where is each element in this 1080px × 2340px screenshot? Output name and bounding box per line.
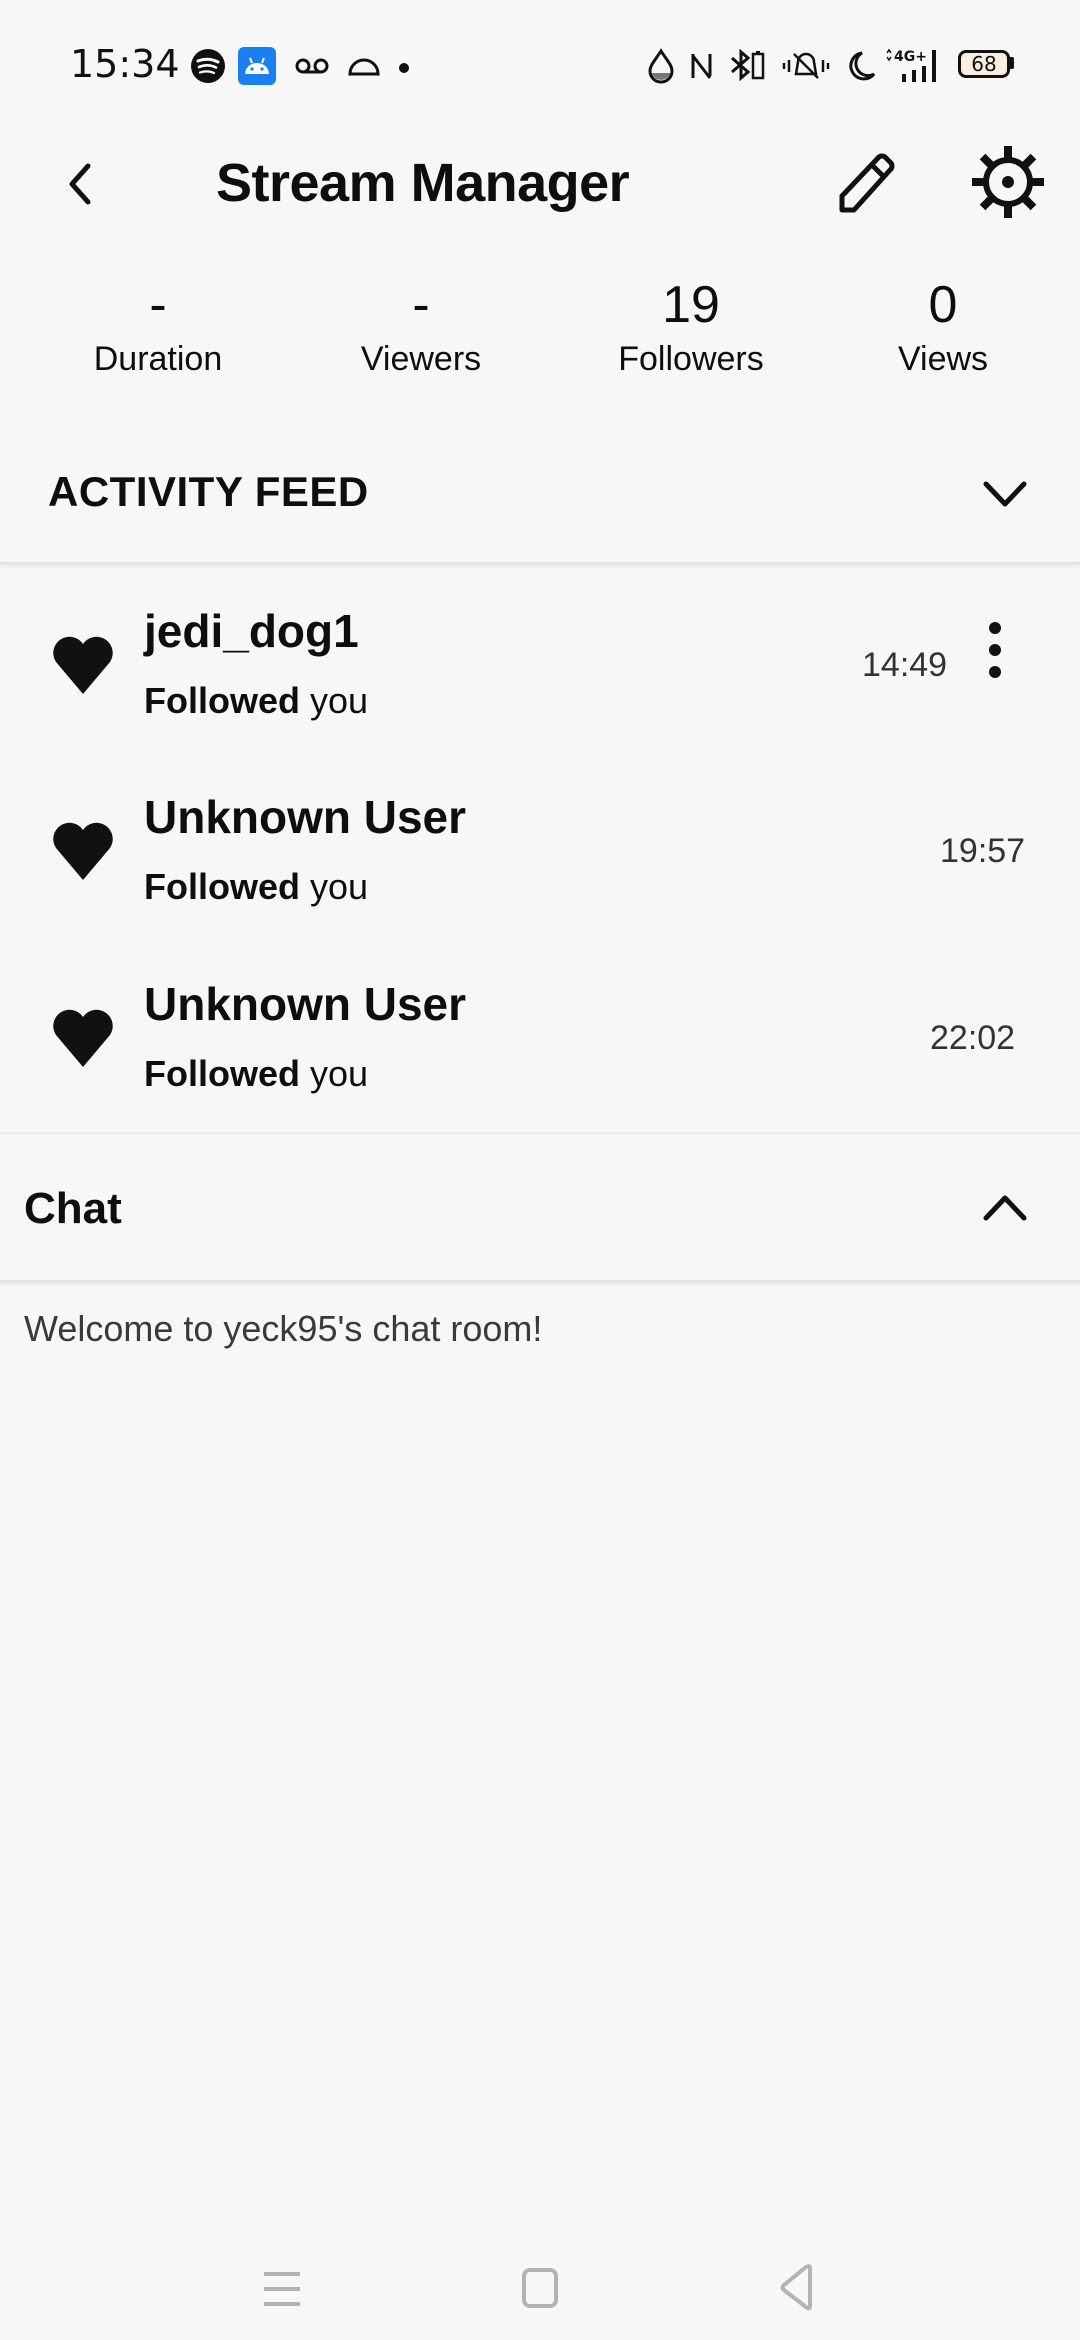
home-icon[interactable] bbox=[510, 2254, 570, 2324]
feed-item[interactable]: jedi_dog1 Followed you 14:49 bbox=[0, 588, 1080, 774]
chat-header[interactable]: Chat bbox=[0, 1134, 1080, 1282]
stats-row: - Duration - Viewers 19 Followers 0 View… bbox=[0, 270, 1080, 400]
activity-feed-title: ACTIVITY FEED bbox=[48, 468, 369, 515]
spotify-icon bbox=[191, 49, 225, 83]
page-title: Stream Manager bbox=[216, 153, 630, 213]
android-icon bbox=[238, 47, 276, 85]
feed-action-object: you bbox=[310, 866, 369, 907]
heart-icon bbox=[53, 1009, 113, 1067]
feed-action-verb: Followed bbox=[144, 680, 300, 721]
chat-title: Chat bbox=[24, 1184, 122, 1233]
more-options-icon[interactable] bbox=[978, 618, 1012, 682]
stat-viewers: - Viewers bbox=[301, 270, 541, 379]
feed-action: Followed you bbox=[144, 866, 368, 908]
stat-value: 19 bbox=[662, 276, 720, 334]
stat-label: Views bbox=[897, 340, 989, 378]
feed-time: 14:49 bbox=[862, 646, 948, 684]
activity-feed-header[interactable]: ACTIVITY FEED bbox=[0, 430, 1080, 564]
feed-action: Followed you bbox=[144, 1053, 368, 1095]
menu-icon[interactable] bbox=[252, 2254, 312, 2324]
vibrate-mute-icon bbox=[782, 52, 830, 79]
stat-value: - bbox=[149, 276, 167, 334]
feed-username: Unknown User bbox=[144, 978, 467, 1030]
back-icon[interactable] bbox=[766, 2254, 826, 2324]
app-bar: Stream Manager bbox=[0, 130, 1080, 240]
network-type: 4G+ bbox=[894, 49, 927, 65]
gear-icon[interactable] bbox=[970, 144, 1046, 220]
stat-value: - bbox=[412, 276, 430, 334]
stat-duration: - Duration bbox=[38, 270, 278, 379]
stat-label: Viewers bbox=[360, 340, 482, 378]
chevron-left-icon[interactable] bbox=[58, 154, 108, 214]
battery-tip bbox=[1010, 57, 1014, 69]
moon-icon bbox=[849, 51, 876, 81]
battery-icon: 68 bbox=[958, 50, 1010, 78]
feed-action-object: you bbox=[310, 1053, 369, 1094]
feed-time: 22:02 bbox=[930, 1019, 1016, 1057]
feed-action: Followed you bbox=[144, 680, 368, 722]
feed-action-object: you bbox=[310, 680, 369, 721]
voicemail-icon bbox=[295, 58, 329, 74]
feed-username: jedi_dog1 bbox=[144, 605, 359, 657]
feed-item[interactable]: Unknown User Followed you 19:57 bbox=[0, 774, 1080, 960]
system-nav-bar bbox=[0, 2240, 1080, 2340]
bluetooth-battery-icon bbox=[731, 48, 765, 82]
stat-label: Duration bbox=[93, 340, 223, 378]
feed-action-verb: Followed bbox=[144, 1053, 300, 1094]
feed-action-verb: Followed bbox=[144, 866, 300, 907]
dot-icon bbox=[399, 63, 409, 73]
stat-label: Followers bbox=[618, 340, 764, 378]
nfc-icon bbox=[691, 54, 712, 79]
chevron-up-icon[interactable] bbox=[980, 1188, 1030, 1228]
heart-icon bbox=[53, 636, 113, 694]
signal-icon: 4G+ bbox=[886, 48, 936, 82]
chat-welcome-message: Welcome to yeck95's chat room! bbox=[24, 1308, 543, 1349]
stat-value: 0 bbox=[928, 276, 958, 334]
status-bar: 15:34 4G+ 68 bbox=[0, 0, 1080, 130]
stat-followers: 19 Followers bbox=[571, 270, 811, 379]
half-circle-icon bbox=[348, 58, 380, 76]
stat-views: 0 Views bbox=[823, 270, 1063, 379]
drop-icon bbox=[648, 48, 674, 84]
status-time: 15:34 bbox=[70, 42, 180, 86]
chevron-down-icon[interactable] bbox=[980, 474, 1030, 514]
feed-time: 19:57 bbox=[940, 832, 1026, 870]
pencil-icon[interactable] bbox=[830, 148, 900, 218]
battery-level: 68 bbox=[971, 52, 997, 76]
feed-username: Unknown User bbox=[144, 791, 467, 843]
heart-icon bbox=[53, 822, 113, 880]
feed-item[interactable]: Unknown User Followed you 22:02 bbox=[0, 961, 1080, 1147]
